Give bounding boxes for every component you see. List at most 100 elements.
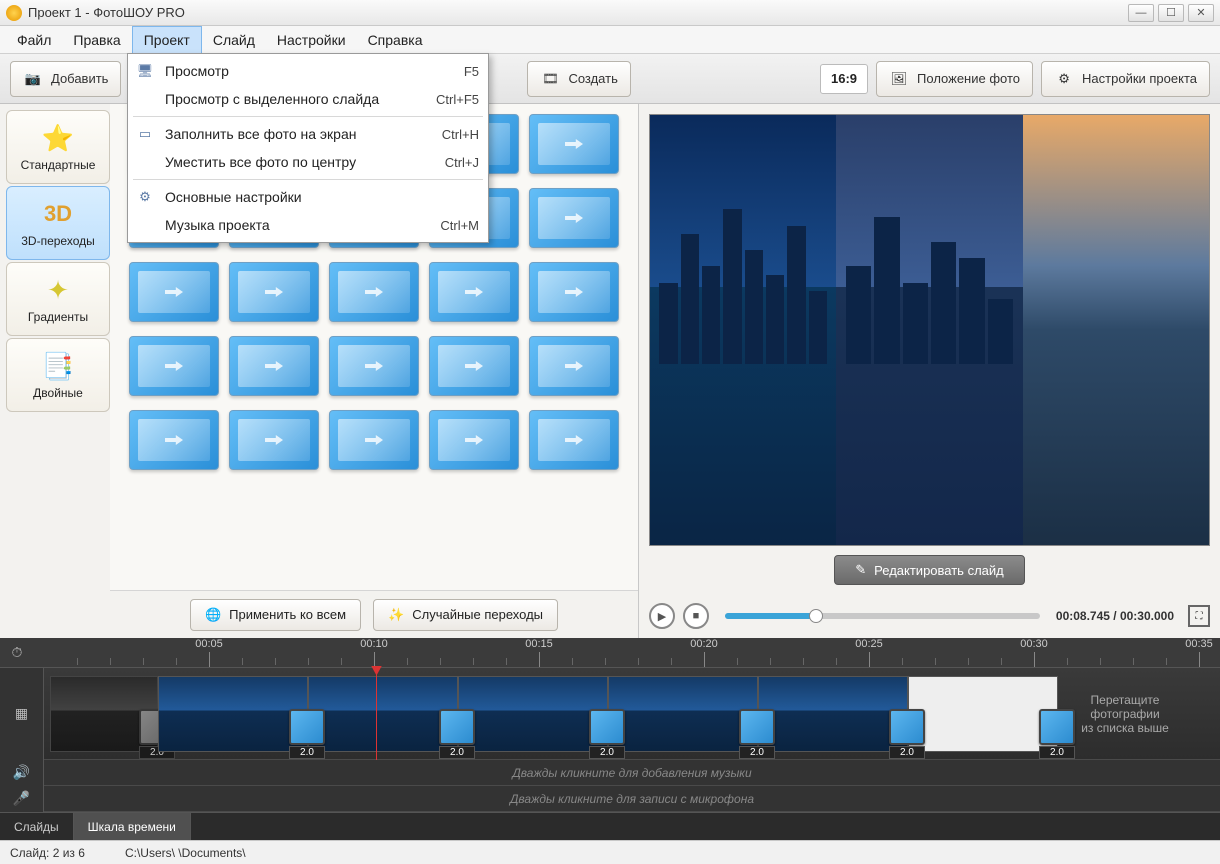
aspect-ratio[interactable]: 16:9 bbox=[820, 64, 868, 94]
star-icon: ⭐ bbox=[42, 122, 74, 154]
seek-bar[interactable] bbox=[725, 613, 1040, 619]
menu-fill-screen[interactable]: ▭ Заполнить все фото на экран Ctrl+H bbox=[131, 120, 485, 148]
tick-label: 00:30 bbox=[1020, 638, 1048, 650]
category-double[interactable]: 📑 Двойные bbox=[6, 338, 110, 412]
title-bar: Проект 1 - ФотоШОУ PRO — ☐ ✕ bbox=[0, 0, 1220, 26]
category-3d[interactable]: 3D 3D-переходы bbox=[6, 186, 110, 260]
transition-badge[interactable] bbox=[889, 709, 925, 745]
category-standard[interactable]: ⭐ Стандартные bbox=[6, 110, 110, 184]
transition-badge[interactable] bbox=[589, 709, 625, 745]
menu-preview-from-slide[interactable]: Просмотр с выделенного слайда Ctrl+F5 bbox=[131, 85, 485, 113]
apply-to-all-button[interactable]: 🌐 Применить ко всем bbox=[190, 599, 361, 631]
tick-label: 00:25 bbox=[855, 638, 883, 650]
tick-label: 00:20 bbox=[690, 638, 718, 650]
transition-thumb[interactable] bbox=[529, 410, 619, 470]
menu-edit[interactable]: Правка bbox=[62, 26, 131, 53]
transition-duration: 2.0 bbox=[1039, 746, 1075, 759]
transition-thumb[interactable] bbox=[229, 262, 319, 322]
transition-badge[interactable] bbox=[289, 709, 325, 745]
transition-thumb[interactable] bbox=[529, 188, 619, 248]
play-button[interactable]: ▶ bbox=[649, 603, 675, 629]
gear-icon: ⚙ bbox=[133, 187, 157, 207]
transition-badge[interactable] bbox=[439, 709, 475, 745]
slides-track-icon: ▦ bbox=[0, 668, 44, 760]
preview-viewport bbox=[649, 114, 1210, 546]
transition-thumb[interactable] bbox=[429, 262, 519, 322]
fullscreen-button[interactable]: ⛶ bbox=[1188, 605, 1210, 627]
player-controls: ▶ ■ 00:08.745 / 00:30.000 ⛶ bbox=[639, 594, 1220, 638]
maximize-button[interactable]: ☐ bbox=[1158, 4, 1184, 22]
transition-duration: 2.0 bbox=[889, 746, 925, 759]
wand-icon: ✨ bbox=[388, 607, 404, 623]
playhead[interactable] bbox=[376, 668, 377, 760]
speaker-icon: 🔊 bbox=[0, 760, 44, 786]
menu-slide[interactable]: Слайд bbox=[202, 26, 266, 53]
tick-label: 00:10 bbox=[360, 638, 388, 650]
random-transitions-button[interactable]: ✨ Случайные переходы bbox=[373, 599, 558, 631]
preview-frame-c bbox=[1023, 115, 1209, 545]
gear-icon: ⚙ bbox=[1054, 69, 1074, 89]
transition-thumb[interactable] bbox=[429, 336, 519, 396]
tab-timeline[interactable]: Шкала времени bbox=[74, 813, 191, 840]
timeline-slide[interactable]: 2.0 bbox=[308, 676, 458, 752]
mic-track[interactable]: 🎤 Дважды кликните для записи с микрофона bbox=[0, 786, 1220, 812]
menu-help[interactable]: Справка bbox=[357, 26, 434, 53]
transition-thumb[interactable] bbox=[429, 410, 519, 470]
photo-position-button[interactable]: 🖼 Положение фото bbox=[876, 61, 1033, 97]
reel-icon: 🎞 bbox=[540, 69, 560, 89]
menu-file[interactable]: Файл bbox=[6, 26, 62, 53]
transition-thumb[interactable] bbox=[329, 336, 419, 396]
stop-button[interactable]: ■ bbox=[683, 603, 709, 629]
audio-track[interactable]: 🔊 Дважды кликните для добавления музыки bbox=[0, 760, 1220, 786]
category-gradients[interactable]: ✦ Градиенты bbox=[6, 262, 110, 336]
transition-thumb[interactable] bbox=[529, 262, 619, 322]
menu-main-settings[interactable]: ⚙ Основные настройки bbox=[131, 183, 485, 211]
3d-icon: 3D bbox=[42, 198, 74, 230]
menu-settings[interactable]: Настройки bbox=[266, 26, 357, 53]
create-button[interactable]: 🎞 Создать bbox=[527, 61, 630, 97]
transition-duration: 2.0 bbox=[589, 746, 625, 759]
window-title: Проект 1 - ФотоШОУ PRO bbox=[28, 5, 1128, 20]
edit-slide-button[interactable]: ✎ Редактировать слайд bbox=[834, 555, 1024, 585]
tab-slides[interactable]: Слайды bbox=[0, 813, 74, 840]
project-settings-button[interactable]: ⚙ Настройки проекта bbox=[1041, 61, 1210, 97]
transition-duration: 2.0 bbox=[439, 746, 475, 759]
fill-icon: ▭ bbox=[133, 124, 157, 144]
transition-thumb[interactable] bbox=[129, 410, 219, 470]
menu-preview[interactable]: 🖥 Просмотр F5 bbox=[131, 57, 485, 85]
transition-thumb[interactable] bbox=[329, 410, 419, 470]
transition-badge[interactable] bbox=[1039, 709, 1075, 745]
timeline-slide[interactable]: 2.0 bbox=[908, 676, 1058, 752]
transition-thumb[interactable] bbox=[529, 114, 619, 174]
menu-project[interactable]: Проект bbox=[132, 26, 202, 53]
menu-bar: Файл Правка Проект Слайд Настройки Справ… bbox=[0, 26, 1220, 54]
timecode: 00:08.745 / 00:30.000 bbox=[1056, 609, 1174, 623]
timeline-slide[interactable]: 2.0 bbox=[50, 676, 158, 752]
add-button[interactable]: 📷 Добавить bbox=[10, 61, 121, 97]
timeline-slide[interactable]: 2.0 bbox=[158, 676, 308, 752]
timeline-slide[interactable]: 2.0 bbox=[608, 676, 758, 752]
menu-fit-center[interactable]: Уместить все фото по центру Ctrl+J bbox=[131, 148, 485, 176]
transition-badge[interactable] bbox=[739, 709, 775, 745]
project-path: C:\Users\ \Documents\ bbox=[125, 846, 246, 860]
photo-icon: 🖼 bbox=[889, 69, 909, 89]
transition-thumb[interactable] bbox=[129, 262, 219, 322]
transition-thumb[interactable] bbox=[129, 336, 219, 396]
close-button[interactable]: ✕ bbox=[1188, 4, 1214, 22]
menu-separator bbox=[133, 116, 483, 117]
status-bar: Слайд: 2 из 6 C:\Users\ \Documents\ bbox=[0, 840, 1220, 864]
transition-thumb[interactable] bbox=[529, 336, 619, 396]
minimize-button[interactable]: — bbox=[1128, 4, 1154, 22]
preview-panel: ✎ Редактировать слайд ▶ ■ 00:08.745 / 00… bbox=[639, 104, 1220, 638]
gradient-icon: ✦ bbox=[42, 274, 74, 306]
slides-track[interactable]: ▦ 2.02.02.02.02.02.02.0 Перетащите фотог… bbox=[0, 668, 1220, 760]
transition-thumb[interactable] bbox=[329, 262, 419, 322]
menu-project-music[interactable]: Музыка проекта Ctrl+M bbox=[131, 211, 485, 239]
double-icon: 📑 bbox=[42, 350, 74, 382]
time-ruler[interactable]: ⏱ 00:0500:1000:1500:2000:2500:3000:35 bbox=[0, 638, 1220, 668]
timeline-slide[interactable]: 2.0 bbox=[458, 676, 608, 752]
timeline-tabs: Слайды Шкала времени bbox=[0, 812, 1220, 840]
transition-thumb[interactable] bbox=[229, 410, 319, 470]
timeline-slide[interactable]: 2.0 bbox=[758, 676, 908, 752]
transition-thumb[interactable] bbox=[229, 336, 319, 396]
